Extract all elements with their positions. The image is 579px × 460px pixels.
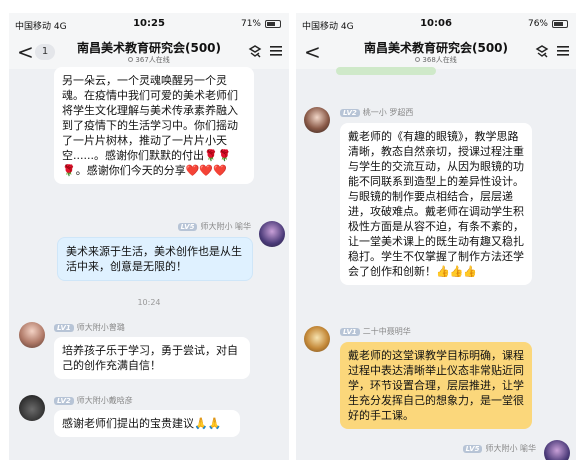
menu-icon[interactable] xyxy=(556,44,570,58)
level-badge: LV5 xyxy=(462,445,483,453)
message-bubble-outgoing: 美术来源于生活，美术创作也是从生活中来，创意是无限的！ xyxy=(57,237,253,281)
right-phone-screenshot: 中国移动 4G 10:06 76% < 南昌美术教育研究会(500) 368人在… xyxy=(296,13,576,460)
online-dot-icon xyxy=(128,57,134,62)
group-apps-icon[interactable] xyxy=(247,44,263,60)
sender-line: LV1 二十中聂明华 xyxy=(340,326,411,337)
menu-icon[interactable] xyxy=(269,44,283,58)
left-phone-screenshot: 中国移动 4G 10:25 71% < 1 南昌美术教育研究会(500) 367… xyxy=(9,13,289,460)
message-bubble-highlight: 戴老师的这堂课教学目标明确，课程过程中表达清晰举止仪态非常贴近同学，环节设置合理… xyxy=(340,342,532,429)
online-count: 367人在线 xyxy=(49,55,249,65)
message-list[interactable]: LV2 桃一小 罗超西 戴老师的《有趣的眼镜》，教学思路清晰，教态自然亲切，授课过… xyxy=(296,67,576,460)
back-button[interactable]: < xyxy=(304,40,321,64)
battery-percent: 76% xyxy=(527,19,548,29)
avatar[interactable] xyxy=(19,322,45,348)
message-list[interactable]: 另一朵云，一个灵魂唤醒另一个灵魂。在疫情中我们可爱的美术老师们将学生文化理解与美… xyxy=(9,67,289,460)
level-badge: LV2 xyxy=(54,397,74,405)
level-badge: LV2 xyxy=(340,109,360,117)
level-badge: LV1 xyxy=(54,324,74,332)
online-count: 368人在线 xyxy=(336,55,536,65)
group-apps-icon[interactable] xyxy=(534,44,550,60)
avatar[interactable] xyxy=(544,440,570,460)
online-dot-icon xyxy=(415,57,421,62)
group-title: 南昌美术教育研究会(500) xyxy=(76,41,222,55)
avatar[interactable] xyxy=(304,107,330,133)
group-title: 南昌美术教育研究会(500) xyxy=(363,41,509,55)
message-bubble: 另一朵云，一个灵魂唤醒另一个灵魂。在疫情中我们可爱的美术老师们将学生文化理解与美… xyxy=(54,67,254,184)
message-bubble: 培养孩子乐于学习，勇于尝试，对自己的创作充满自信！ xyxy=(54,337,250,379)
level-badge: LV1 xyxy=(340,328,360,336)
battery-icon xyxy=(552,20,568,28)
avatar[interactable] xyxy=(304,326,330,352)
chat-header: < 南昌美术教育研究会(500) 368人在线 xyxy=(296,35,576,69)
avatar[interactable] xyxy=(259,221,285,247)
previous-message-edge xyxy=(336,67,436,75)
avatar[interactable] xyxy=(19,395,45,421)
battery-icon xyxy=(265,20,281,28)
battery-percent: 71% xyxy=(240,19,261,29)
level-badge: LV5 xyxy=(177,223,198,231)
back-button[interactable]: < xyxy=(17,40,34,64)
sender-line: LV5 师大附小 喻华 xyxy=(462,443,536,454)
status-bar: 中国移动 4G 10:25 71% xyxy=(9,13,289,35)
message-bubble: 戴老师的《有趣的眼镜》，教学思路清晰，教态自然亲切，授课过程注重与学生的交流互动… xyxy=(340,123,532,285)
timestamp: 10:24 xyxy=(137,298,161,307)
sender-line: LV1 师大附小曾璐 xyxy=(54,322,125,333)
sender-line: LV2 桃一小 罗超西 xyxy=(340,107,413,118)
status-bar: 中国移动 4G 10:06 76% xyxy=(296,13,576,35)
message-bubble: 感谢老师们提出的宝贵建议🙏🙏 xyxy=(54,410,240,437)
chat-header: < 1 南昌美术教育研究会(500) 367人在线 xyxy=(9,35,289,69)
sender-line: LV2 师大附小戴晗彦 xyxy=(54,395,133,406)
sender-line: LV5 师大附小 喻华 xyxy=(177,221,251,232)
